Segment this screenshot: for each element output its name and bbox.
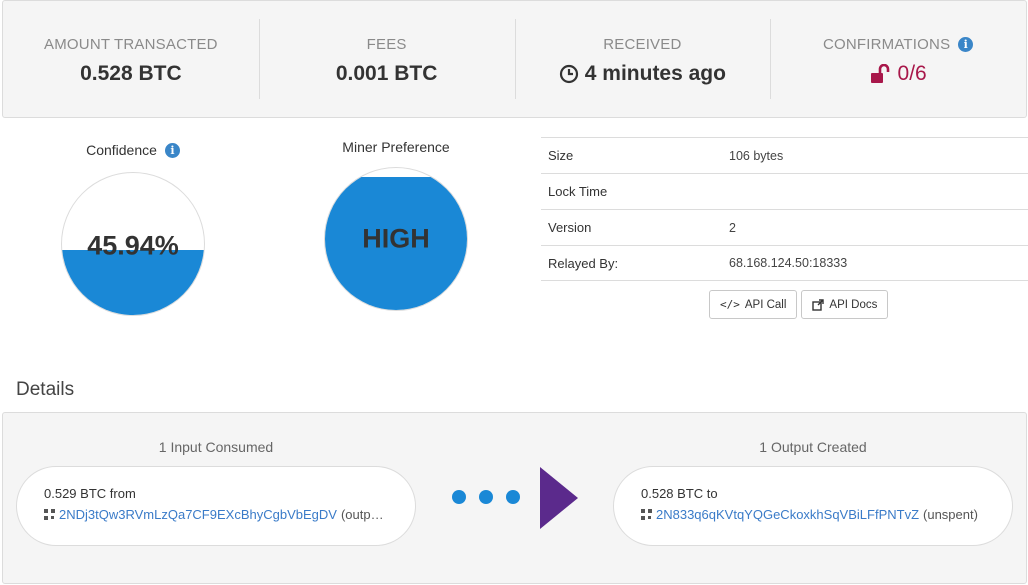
input-from-word: from — [109, 486, 136, 501]
properties-table: Size 106 bytes Lock Time Version 2 Relay… — [541, 137, 1028, 281]
api-call-label: API Call — [744, 298, 787, 311]
amount-transacted-value: 0.528 BTC — [80, 62, 182, 85]
confidence-gauge: 45.94% — [61, 172, 205, 316]
flow-dots — [452, 490, 520, 504]
output-address-link[interactable]: 2N833q6qKVtqYQGeCkoxkhSqVBiLFfPNTvZ — [656, 507, 919, 522]
output-card: 0.528 BTC to 2N833q6qKVtqYQGeCkoxkhSqVBi… — [613, 466, 1013, 546]
api-buttons: </> API Call API Docs — [709, 290, 889, 319]
api-docs-button[interactable]: API Docs — [801, 290, 889, 319]
output-amount: 0.528 BTC — [641, 486, 704, 501]
input-address-line: 2NDj3tQw3RVmLzQa7CF9EXcBhyCgbVbEgDV (out… — [44, 507, 415, 522]
qr-code-icon[interactable] — [44, 509, 55, 520]
received-stat: RECEIVED 4 minutes ago — [514, 1, 771, 117]
property-row-version: Version 2 — [541, 209, 1028, 245]
info-icon[interactable]: i — [958, 37, 974, 52]
output-address-suffix: (unspent) — [923, 507, 978, 522]
summary-panel: AMOUNT TRANSACTED 0.528 BTC FEES 0.001 B… — [2, 0, 1027, 118]
flow-dot — [479, 490, 493, 504]
received-label: RECEIVED — [603, 36, 682, 53]
external-link-icon — [812, 298, 825, 311]
miner-preference-block: Miner Preference — [320, 139, 472, 157]
flow-arrow-icon — [540, 467, 578, 529]
output-address-line: 2N833q6qKVtqYQGeCkoxkhSqVBiLFfPNTvZ (uns… — [641, 507, 1012, 522]
confidence-value: 45.94% — [87, 230, 179, 261]
confidence-title: Confidence — [86, 142, 157, 158]
flow-dot — [506, 490, 520, 504]
api-call-button[interactable]: </> API Call — [709, 290, 798, 319]
property-row-lock-time: Lock Time — [541, 173, 1028, 209]
qr-code-icon[interactable] — [641, 509, 652, 520]
confirmations-value: 0/6 — [897, 62, 927, 85]
input-amount-line: 0.529 BTC from — [44, 486, 415, 501]
info-icon[interactable]: i — [164, 142, 180, 158]
unlock-icon — [870, 64, 889, 83]
property-value: 106 bytes — [729, 148, 784, 163]
input-address-suffix: (outp… — [340, 507, 384, 522]
property-key: Relayed By: — [548, 255, 619, 271]
input-card: 0.529 BTC from 2NDj3tQw3RVmLzQa7CF9EXcBh… — [16, 466, 416, 546]
code-icon: </> — [720, 298, 740, 311]
property-key: Version — [548, 220, 592, 235]
amount-transacted-label: AMOUNT TRANSACTED — [44, 36, 218, 53]
input-address-link[interactable]: 2NDj3tQw3RVmLzQa7CF9EXcBhyCgbVbEgDV — [59, 507, 337, 522]
received-value-wrap: 4 minutes ago — [559, 62, 726, 86]
outputs-heading: 1 Output Created — [759, 439, 867, 455]
confirmations-stat: CONFIRMATIONS i 0/6 — [770, 1, 1026, 117]
amount-transacted-stat: AMOUNT TRANSACTED 0.528 BTC — [3, 1, 259, 117]
property-key: Size — [548, 148, 574, 163]
miner-preference-gauge: HIGH — [324, 167, 468, 311]
input-amount: 0.529 BTC — [44, 486, 107, 501]
property-key: Lock Time — [548, 184, 608, 199]
clock-icon — [559, 64, 578, 84]
details-title: Details — [16, 379, 75, 400]
miner-preference-title: Miner Preference — [342, 139, 450, 155]
inputs-heading: 1 Input Consumed — [158, 439, 274, 455]
property-value: 2 — [729, 220, 736, 235]
confirmations-value-wrap: 0/6 — [870, 62, 927, 86]
confidence-title-wrap: Confidence i — [86, 142, 180, 158]
fees-value: 0.001 BTC — [335, 62, 438, 85]
property-value: 68.168.124.50:18333 — [729, 256, 848, 270]
fees-stat: FEES 0.001 BTC — [258, 1, 515, 117]
output-to-word: to — [706, 486, 718, 501]
property-row-size: Size 106 bytes — [541, 137, 1028, 173]
received-value: 4 minutes ago — [584, 62, 726, 85]
miner-preference-value: HIGH — [362, 223, 430, 254]
flow-dot — [452, 490, 466, 504]
output-amount-line: 0.528 BTC to — [641, 486, 1012, 501]
api-docs-label: API Docs — [829, 298, 878, 311]
confirmations-label-wrap: CONFIRMATIONS i — [822, 36, 974, 53]
property-row-relayed-by: Relayed By: 68.168.124.50:18333 — [541, 245, 1028, 281]
fees-label: FEES — [366, 36, 407, 53]
confidence-block: Confidence i — [60, 142, 206, 160]
confirmations-label: CONFIRMATIONS — [822, 36, 951, 53]
